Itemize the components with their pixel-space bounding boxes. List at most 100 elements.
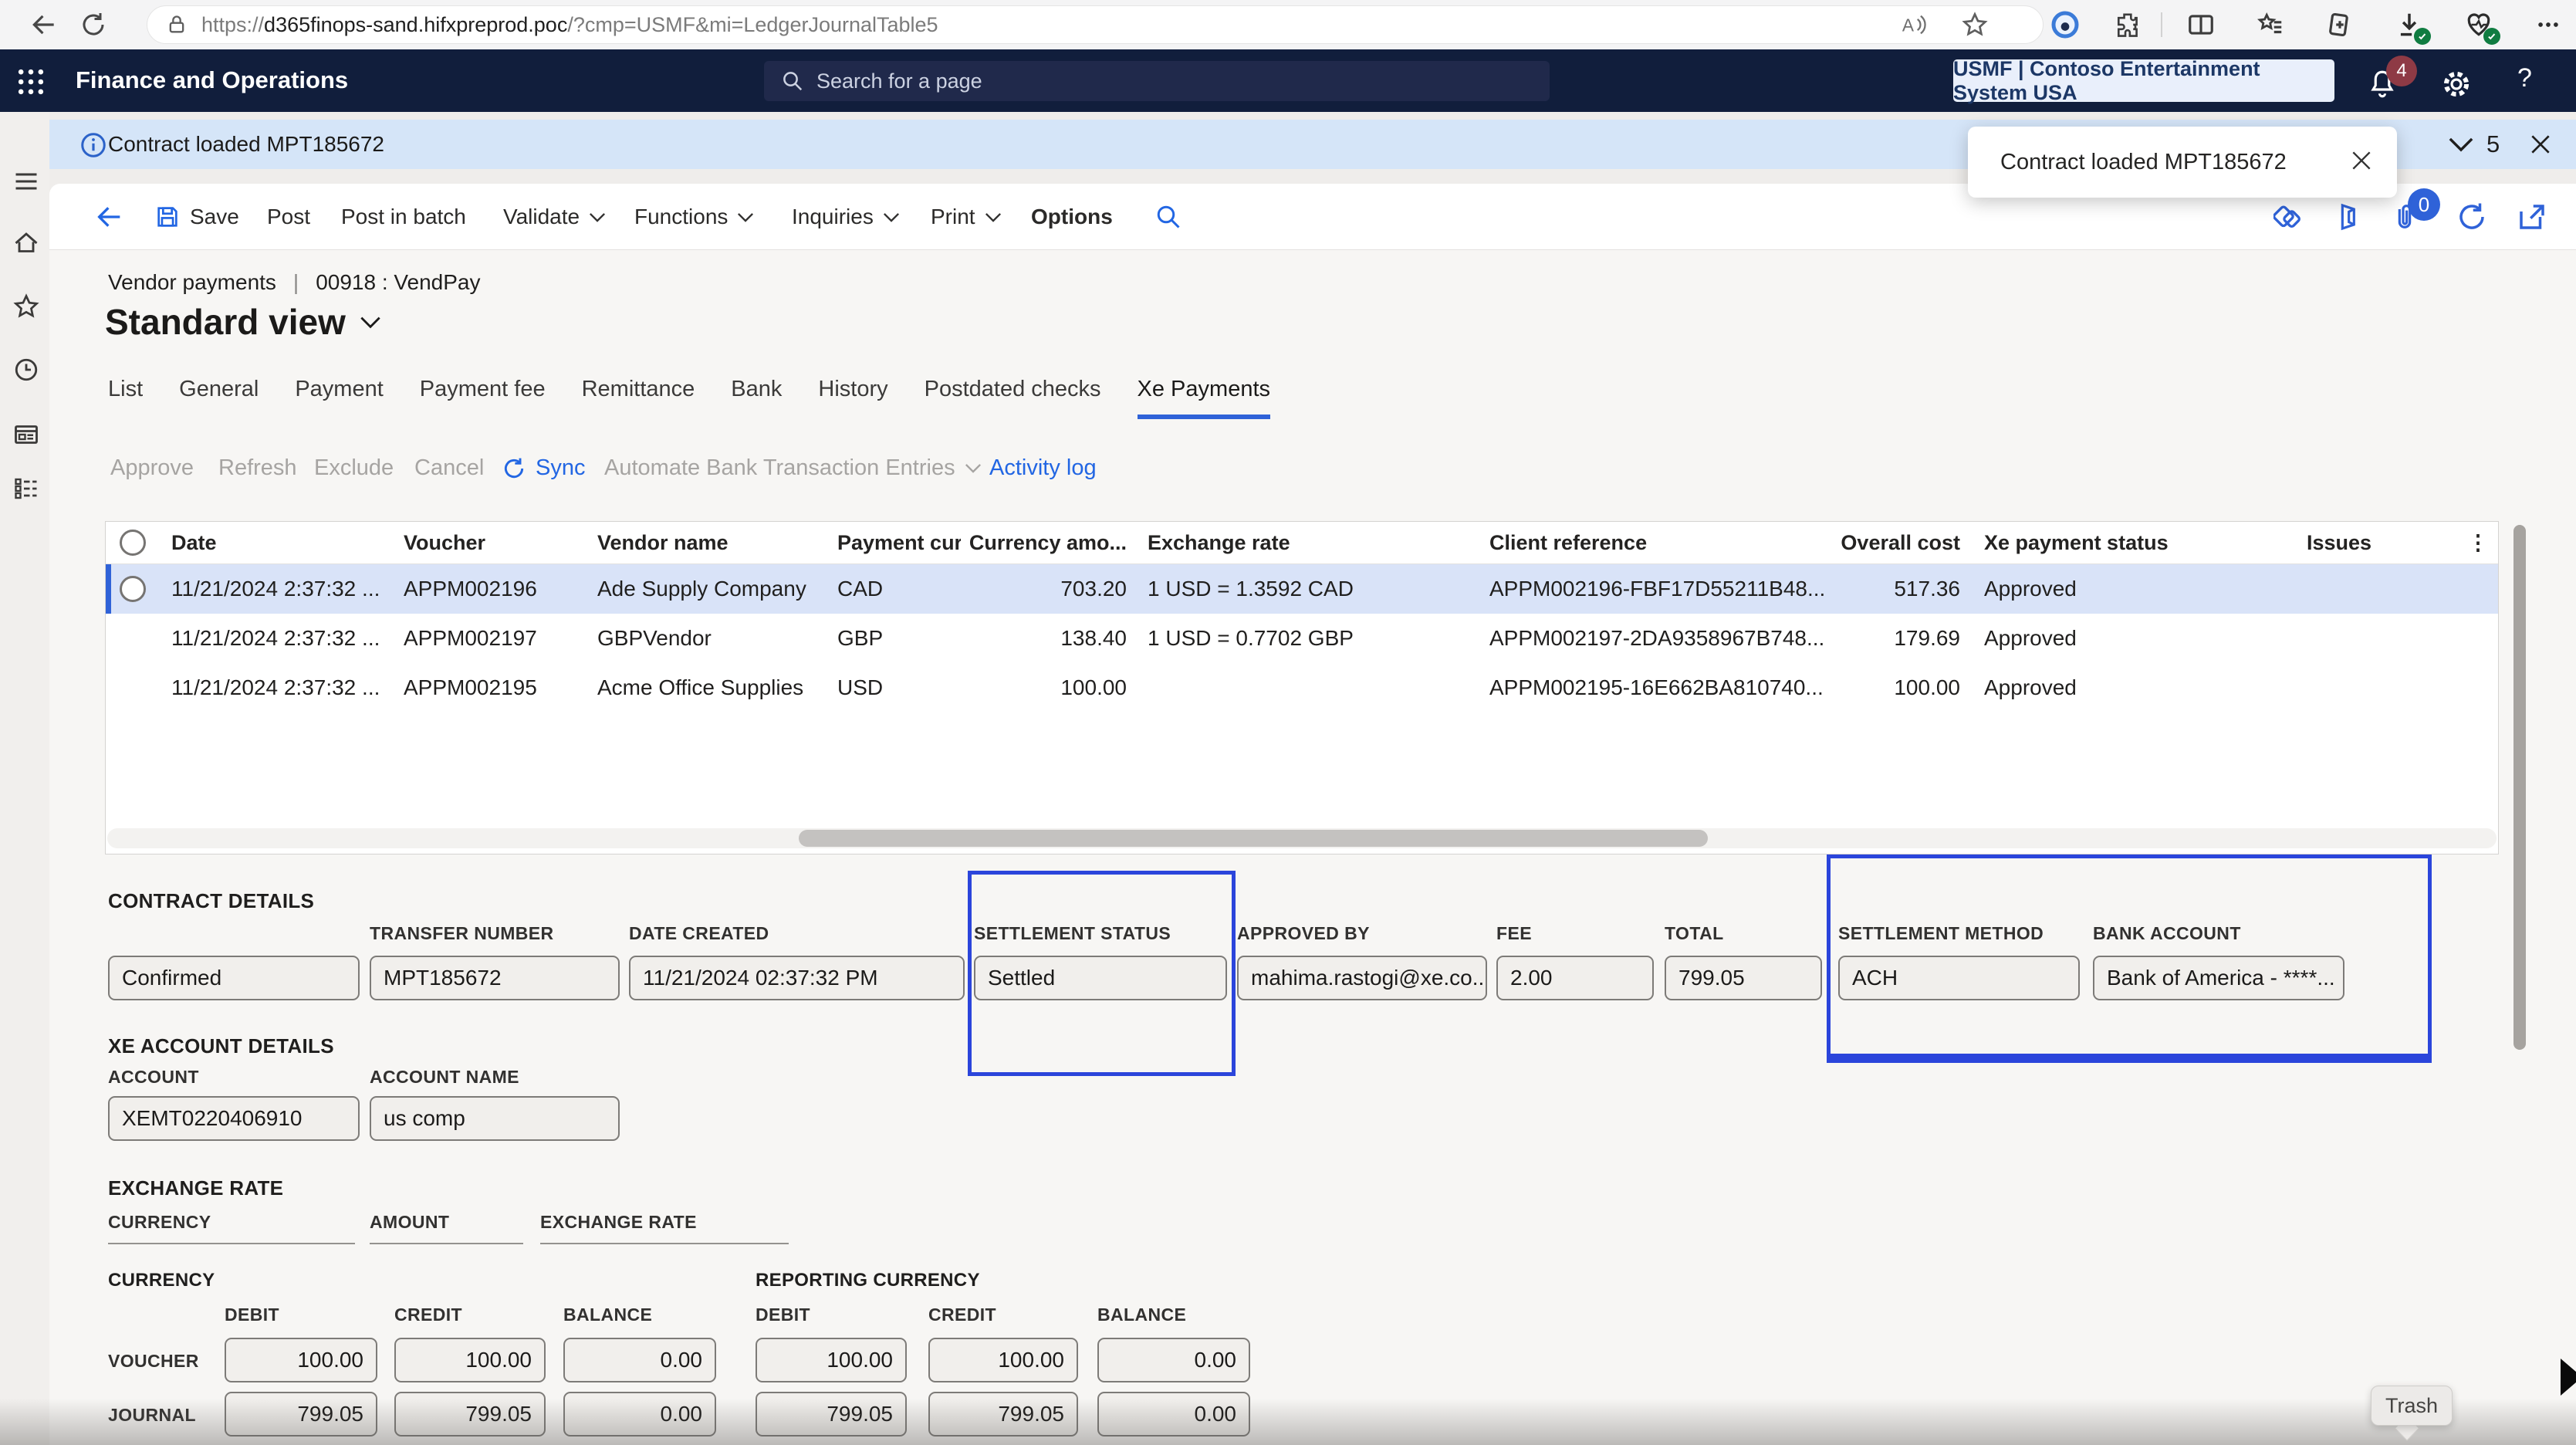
- page-back-button[interactable]: [94, 199, 125, 235]
- cancel-button[interactable]: Cancel: [414, 455, 484, 481]
- journal-debit-field[interactable]: 799.05: [225, 1392, 377, 1437]
- col-currency-amount[interactable]: Currency amo...: [961, 522, 1127, 564]
- downloads-icon[interactable]: [2394, 9, 2425, 40]
- voucher-rep-debit-field[interactable]: 100.00: [756, 1338, 907, 1382]
- inquiries-menu-button[interactable]: Inquiries: [792, 199, 900, 235]
- voucher-debit-field[interactable]: 100.00: [225, 1338, 377, 1382]
- account-name-field[interactable]: us comp: [370, 1096, 620, 1141]
- modules-list-icon[interactable]: [11, 473, 42, 504]
- automate-bank-transaction-entries-button[interactable]: Automate Bank Transaction Entries: [604, 455, 982, 481]
- approved-by-field[interactable]: mahima.rastogi@xe.co...: [1237, 956, 1487, 1000]
- contract-status-field[interactable]: Confirmed: [108, 956, 360, 1000]
- voucher-rep-balance-field[interactable]: 0.00: [1097, 1338, 1250, 1382]
- voucher-balance-field[interactable]: 0.00: [563, 1338, 716, 1382]
- address-bar[interactable]: https://d365finops-sand.hifxpreprod.poc/…: [147, 5, 2044, 44]
- home-icon[interactable]: [11, 228, 42, 259]
- col-xe-payment-status[interactable]: Xe payment status: [1984, 522, 2200, 564]
- col-date[interactable]: Date: [171, 522, 399, 564]
- col-client-reference[interactable]: Client reference: [1489, 522, 1829, 564]
- tab-remittance[interactable]: Remittance: [582, 377, 695, 419]
- account-field[interactable]: XEMT0220406910: [108, 1096, 360, 1141]
- message-bar-chevron-icon[interactable]: [2448, 135, 2474, 157]
- tab-history[interactable]: History: [818, 377, 887, 419]
- post-button[interactable]: Post: [267, 199, 310, 235]
- journal-balance-field[interactable]: 0.00: [563, 1392, 716, 1437]
- hamburger-menu-icon[interactable]: [11, 166, 42, 197]
- transfer-number-field[interactable]: MPT185672: [370, 956, 620, 1000]
- col-vendor-name[interactable]: Vendor name: [597, 522, 833, 564]
- tab-list[interactable]: List: [108, 377, 143, 419]
- dynamics-icon[interactable]: [2332, 199, 2363, 235]
- print-menu-button[interactable]: Print: [931, 199, 1002, 235]
- tab-xe-payments[interactable]: Xe Payments: [1138, 377, 1270, 419]
- functions-menu-button[interactable]: Functions: [634, 199, 754, 235]
- exclude-button[interactable]: Exclude: [314, 455, 394, 481]
- global-search-input[interactable]: Search for a page: [764, 61, 1550, 101]
- save-button[interactable]: Save: [154, 199, 239, 235]
- validate-menu-button[interactable]: Validate: [503, 199, 606, 235]
- more-vertical-icon[interactable]: ⋮: [2464, 522, 2492, 564]
- col-issues[interactable]: Issues: [2200, 522, 2371, 564]
- refresh-page-icon[interactable]: [2456, 199, 2488, 235]
- sync-button[interactable]: Sync: [502, 455, 585, 481]
- col-payment-currency[interactable]: Payment curre...: [837, 522, 961, 564]
- refresh-button[interactable]: Refresh: [218, 455, 297, 481]
- command-search-icon[interactable]: [1154, 199, 1182, 235]
- tab-bank[interactable]: Bank: [731, 377, 782, 419]
- company-picker[interactable]: USMF | Contoso Entertainment System USA: [1953, 59, 2334, 102]
- open-in-new-window-icon[interactable]: [2516, 199, 2548, 235]
- power-apps-icon[interactable]: [2273, 199, 2306, 235]
- view-switcher[interactable]: Standard view: [105, 301, 381, 343]
- app-title[interactable]: Finance and Operations: [76, 66, 348, 94]
- read-aloud-icon[interactable]: A: [1899, 12, 1927, 38]
- col-exchange-rate[interactable]: Exchange rate: [1148, 522, 1464, 564]
- gear-icon[interactable]: [2440, 68, 2473, 104]
- browser-more-icon[interactable]: [2533, 9, 2564, 40]
- tab-payment[interactable]: Payment: [295, 377, 383, 419]
- browser-essentials-icon[interactable]: [2463, 9, 2494, 40]
- journal-rep-debit-field[interactable]: 799.05: [756, 1392, 907, 1437]
- message-bar-close-icon[interactable]: [2528, 132, 2553, 161]
- date-created-field[interactable]: 11/21/2024 02:37:32 PM: [629, 956, 965, 1000]
- waffle-icon[interactable]: [14, 65, 48, 103]
- tab-general[interactable]: General: [179, 377, 259, 419]
- journal-credit-field[interactable]: 799.05: [394, 1392, 546, 1437]
- scrollbar-thumb[interactable]: [799, 830, 1708, 847]
- site-lock-icon[interactable]: [166, 13, 188, 36]
- col-voucher[interactable]: Voucher: [404, 522, 593, 564]
- page-vertical-scrollbar[interactable]: [2513, 525, 2526, 1050]
- options-button[interactable]: Options: [1031, 199, 1113, 235]
- table-row[interactable]: 11/21/2024 2:37:32 ... APPM002197 GBPVen…: [106, 614, 2498, 663]
- workspaces-icon[interactable]: [11, 419, 42, 450]
- approve-button[interactable]: Approve: [110, 455, 194, 481]
- browser-refresh-icon[interactable]: [78, 9, 109, 40]
- toast-close-icon[interactable]: [2349, 148, 2374, 177]
- journal-rep-credit-field[interactable]: 799.05: [928, 1392, 1078, 1437]
- table-row[interactable]: 11/21/2024 2:37:32 ... APPM002196 Ade Su…: [106, 564, 2498, 614]
- select-all-radio[interactable]: [120, 530, 146, 556]
- browser-back-icon[interactable]: [29, 9, 59, 40]
- collections-icon[interactable]: [2255, 9, 2286, 40]
- activity-log-button[interactable]: Activity log: [989, 455, 1097, 481]
- voucher-rep-credit-field[interactable]: 100.00: [928, 1338, 1078, 1382]
- breadcrumb-page[interactable]: Vendor payments: [108, 270, 276, 295]
- attachments-paperclip-icon[interactable]: 0: [2389, 199, 2420, 235]
- total-field[interactable]: 799.05: [1665, 956, 1822, 1000]
- password-manager-icon[interactable]: [2050, 9, 2081, 40]
- tab-postdated-checks[interactable]: Postdated checks: [925, 377, 1101, 419]
- extensions-icon[interactable]: [2112, 9, 2143, 40]
- tab-payment-fee[interactable]: Payment fee: [420, 377, 546, 419]
- journal-rep-balance-field[interactable]: 0.00: [1097, 1392, 1250, 1437]
- grid-horizontal-scrollbar[interactable]: [107, 828, 2497, 848]
- wallet-icon[interactable]: [2324, 9, 2355, 40]
- post-in-batch-button[interactable]: Post in batch: [341, 199, 466, 235]
- recent-clock-icon[interactable]: [11, 354, 42, 385]
- favorites-star-icon[interactable]: [11, 291, 42, 322]
- table-row[interactable]: 11/21/2024 2:37:32 ... APPM002195 Acme O…: [106, 663, 2498, 712]
- voucher-credit-field[interactable]: 100.00: [394, 1338, 546, 1382]
- help-icon[interactable]: ?: [2517, 63, 2532, 93]
- split-screen-icon[interactable]: [2186, 9, 2216, 40]
- row-radio[interactable]: [120, 576, 146, 602]
- col-overall-cost[interactable]: Overall cost: [1829, 522, 1960, 564]
- favorite-star-icon[interactable]: [1961, 11, 1989, 39]
